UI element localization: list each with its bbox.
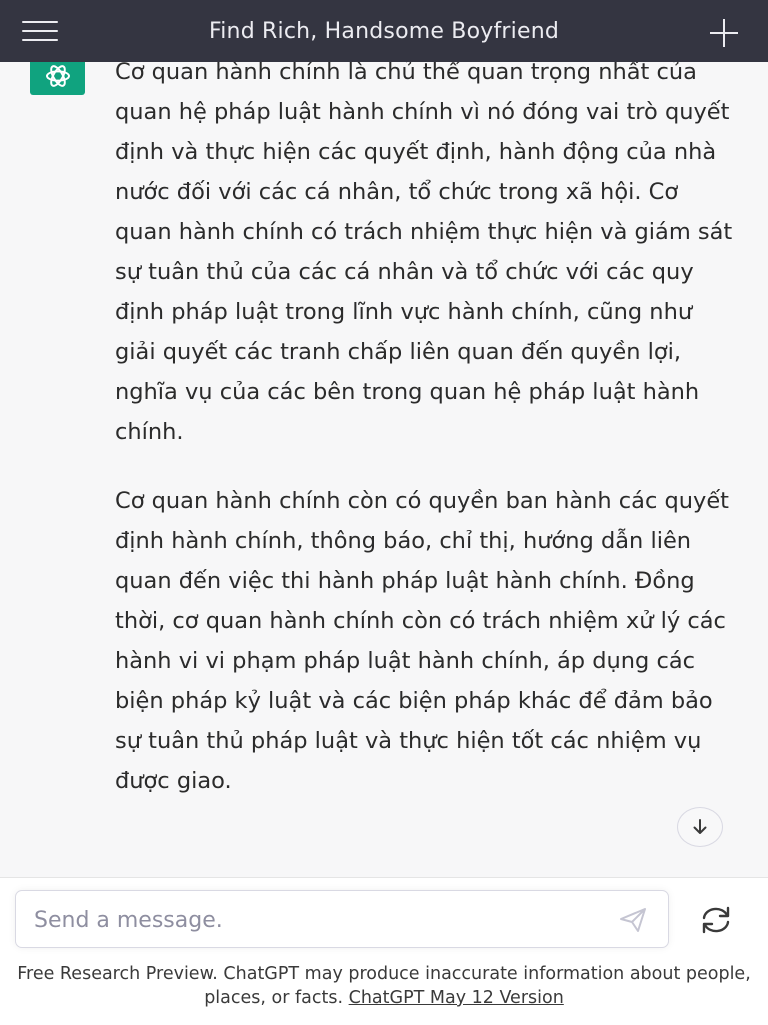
hamburger-menu-icon[interactable] (22, 18, 60, 44)
composer-area: Free Research Preview. ChatGPT may produ… (0, 877, 768, 1025)
send-icon (620, 908, 646, 932)
top-bar: Find Rich, Handsome Boyfriend (0, 0, 768, 62)
refresh-icon (702, 906, 730, 934)
scroll-to-bottom-button[interactable] (677, 807, 723, 847)
openai-logo-icon (45, 65, 70, 87)
assistant-message: Cơ quan hành chính là chủ thể quan trọng… (115, 62, 733, 830)
regenerate-button[interactable] (697, 904, 735, 936)
arrow-down-icon (693, 819, 707, 834)
message-input[interactable] (32, 899, 596, 941)
message-paragraph: Cơ quan hành chính còn có quyền ban hành… (115, 488, 730, 794)
new-chat-plus-icon[interactable] (710, 19, 738, 47)
conversation-area: Cơ quan hành chính là chủ thể quan trọng… (0, 62, 768, 877)
conversation-title: Find Rich, Handsome Boyfriend (208, 18, 560, 44)
version-link[interactable]: ChatGPT May 12 Version (349, 988, 564, 1008)
disclaimer-footer: Free Research Preview. ChatGPT may produ… (0, 962, 768, 1010)
assistant-avatar (30, 62, 85, 95)
send-button[interactable] (618, 906, 648, 934)
message-input-box (15, 890, 669, 948)
message-paragraph: Cơ quan hành chính là chủ thể quan trọng… (115, 62, 733, 445)
